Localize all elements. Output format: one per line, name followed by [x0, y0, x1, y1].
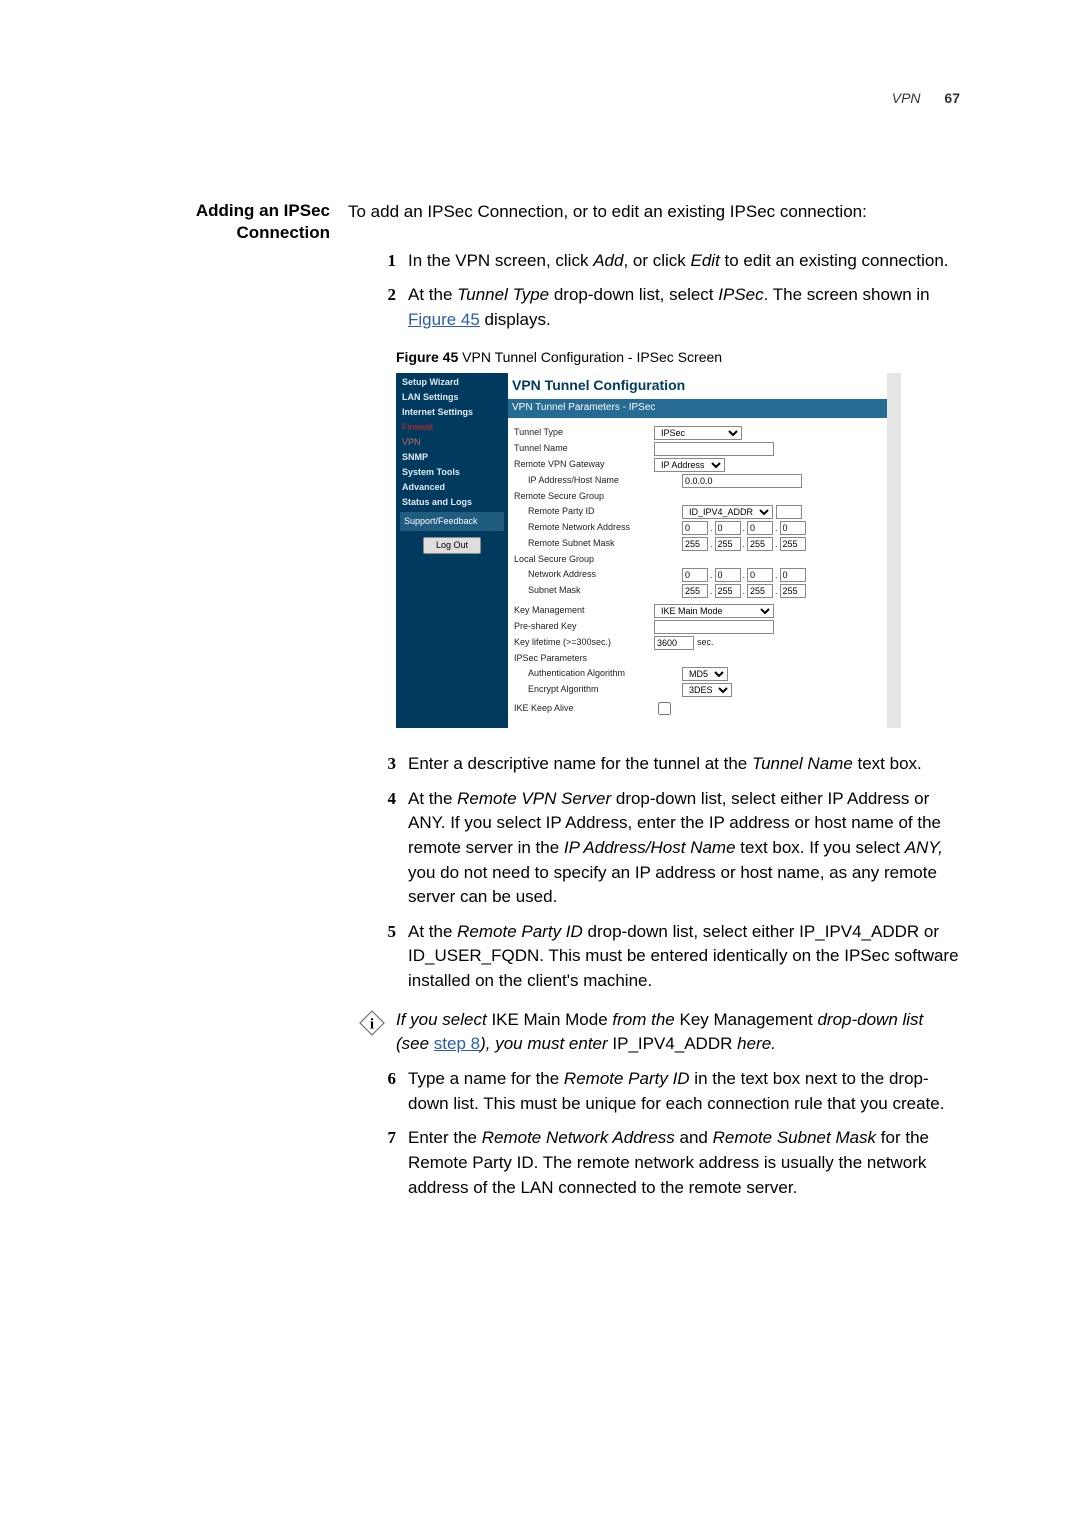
- step-text: At the Remote VPN Server drop-down list,…: [408, 787, 960, 910]
- nav-support-feedback[interactable]: Support/Feedback: [400, 512, 504, 531]
- intro-text: To add an IPSec Connection, or to edit a…: [348, 200, 960, 225]
- label-remote-network-address: Remote Network Address: [514, 521, 682, 534]
- step-number: 3: [348, 752, 408, 777]
- remote-party-id-select[interactable]: ID_IPV4_ADDR: [682, 505, 773, 519]
- label-auth-algorithm: Authentication Algorithm: [514, 667, 682, 680]
- step-number: 1: [348, 249, 408, 274]
- key-lifetime-input[interactable]: [654, 636, 694, 650]
- nav-system-tools[interactable]: System Tools: [396, 465, 508, 480]
- label-key-management: Key Management: [514, 604, 654, 617]
- label-tunnel-name: Tunnel Name: [514, 442, 654, 455]
- rna-oct1[interactable]: [682, 521, 708, 535]
- info-note: If you select IKE Main Mode from the Key…: [396, 1008, 960, 1057]
- screenshot-sidebar: Setup Wizard LAN Settings Internet Setti…: [396, 373, 508, 728]
- tunnel-name-input[interactable]: [654, 442, 774, 456]
- step-number: 4: [348, 787, 408, 910]
- heading-line1: Adding an IPSec: [196, 201, 330, 220]
- ip-address-host-input[interactable]: [682, 474, 802, 488]
- label-remote-vpn-gateway: Remote VPN Gateway: [514, 458, 654, 471]
- step-text: At the Tunnel Type drop-down list, selec…: [408, 283, 960, 332]
- na-oct1[interactable]: [682, 568, 708, 582]
- label-ike-keep-alive: IKE Keep Alive: [514, 702, 654, 715]
- encrypt-algorithm-select[interactable]: 3DES: [682, 683, 732, 697]
- sm-oct3[interactable]: [747, 584, 773, 598]
- rsm-oct3[interactable]: [747, 537, 773, 551]
- rna-oct3[interactable]: [747, 521, 773, 535]
- step-number: 7: [348, 1126, 408, 1200]
- na-oct2[interactable]: [715, 568, 741, 582]
- label-network-address: Network Address: [514, 568, 682, 581]
- embedded-screenshot: Setup Wizard LAN Settings Internet Setti…: [396, 373, 901, 728]
- page-header: VPN 67: [892, 90, 960, 106]
- figure-link[interactable]: Figure 45: [408, 310, 480, 329]
- key-lifetime-unit: sec.: [697, 636, 714, 649]
- label-remote-party-id: Remote Party ID: [514, 505, 682, 518]
- key-management-select[interactable]: IKE Main Mode: [654, 604, 774, 618]
- tunnel-type-select[interactable]: IPSec: [654, 426, 742, 440]
- step-text: Type a name for the Remote Party ID in t…: [408, 1067, 960, 1116]
- step-number: 5: [348, 920, 408, 994]
- label-remote-subnet-mask: Remote Subnet Mask: [514, 537, 682, 550]
- step8-link[interactable]: step 8: [434, 1034, 480, 1053]
- auth-algorithm-select[interactable]: MD5: [682, 667, 728, 681]
- nav-snmp[interactable]: SNMP: [396, 450, 508, 465]
- rna-oct2[interactable]: [715, 521, 741, 535]
- remote-party-id-input[interactable]: [776, 505, 802, 519]
- heading-line2: Connection: [237, 223, 331, 242]
- nav-firewall[interactable]: Firewall: [396, 420, 508, 435]
- step-number: 2: [348, 283, 408, 332]
- label-key-lifetime: Key lifetime (>=300sec.): [514, 636, 654, 649]
- group-remote-secure: Remote Secure Group: [514, 490, 881, 503]
- ike-keep-alive-checkbox[interactable]: [658, 702, 671, 715]
- step-text: Enter the Remote Network Address and Rem…: [408, 1126, 960, 1200]
- logout-button[interactable]: Log Out: [423, 537, 481, 554]
- header-section: VPN: [892, 90, 921, 106]
- nav-advanced[interactable]: Advanced: [396, 480, 508, 495]
- rna-oct4[interactable]: [780, 521, 806, 535]
- group-local-secure: Local Secure Group: [514, 553, 881, 566]
- screenshot-section-bar: VPN Tunnel Parameters - IPSec: [508, 399, 887, 418]
- section-heading: Adding an IPSec Connection: [140, 200, 348, 1210]
- screenshot-title: VPN Tunnel Configuration: [508, 373, 887, 399]
- label-ipsec-parameters: IPSec Parameters: [514, 652, 654, 665]
- label-tunnel-type: Tunnel Type: [514, 426, 654, 439]
- sm-oct1[interactable]: [682, 584, 708, 598]
- step-text: At the Remote Party ID drop-down list, s…: [408, 920, 960, 994]
- nav-status-logs[interactable]: Status and Logs: [396, 495, 508, 510]
- step-text: Enter a descriptive name for the tunnel …: [408, 752, 960, 777]
- rsm-oct4[interactable]: [780, 537, 806, 551]
- nav-internet-settings[interactable]: Internet Settings: [396, 405, 508, 420]
- header-page-number: 67: [944, 90, 960, 106]
- na-oct4[interactable]: [780, 568, 806, 582]
- label-encrypt-algorithm: Encrypt Algorithm: [514, 683, 682, 696]
- info-icon: i: [348, 1008, 396, 1046]
- nav-vpn[interactable]: VPN: [396, 435, 508, 450]
- nav-lan-settings[interactable]: LAN Settings: [396, 390, 508, 405]
- label-preshared-key: Pre-shared Key: [514, 620, 654, 633]
- rsm-oct2[interactable]: [715, 537, 741, 551]
- nav-setup-wizard[interactable]: Setup Wizard: [396, 375, 508, 390]
- sm-oct2[interactable]: [715, 584, 741, 598]
- remote-vpn-gateway-select[interactable]: IP Address: [654, 458, 725, 472]
- figure-caption: Figure 45 VPN Tunnel Configuration - IPS…: [396, 347, 960, 367]
- sm-oct4[interactable]: [780, 584, 806, 598]
- preshared-key-input[interactable]: [654, 620, 774, 634]
- label-subnet-mask: Subnet Mask: [514, 584, 682, 597]
- label-ip-address-host: IP Address/Host Name: [514, 474, 682, 487]
- step-text: In the VPN screen, click Add, or click E…: [408, 249, 960, 274]
- rsm-oct1[interactable]: [682, 537, 708, 551]
- na-oct3[interactable]: [747, 568, 773, 582]
- svg-text:i: i: [370, 1016, 374, 1032]
- step-number: 6: [348, 1067, 408, 1116]
